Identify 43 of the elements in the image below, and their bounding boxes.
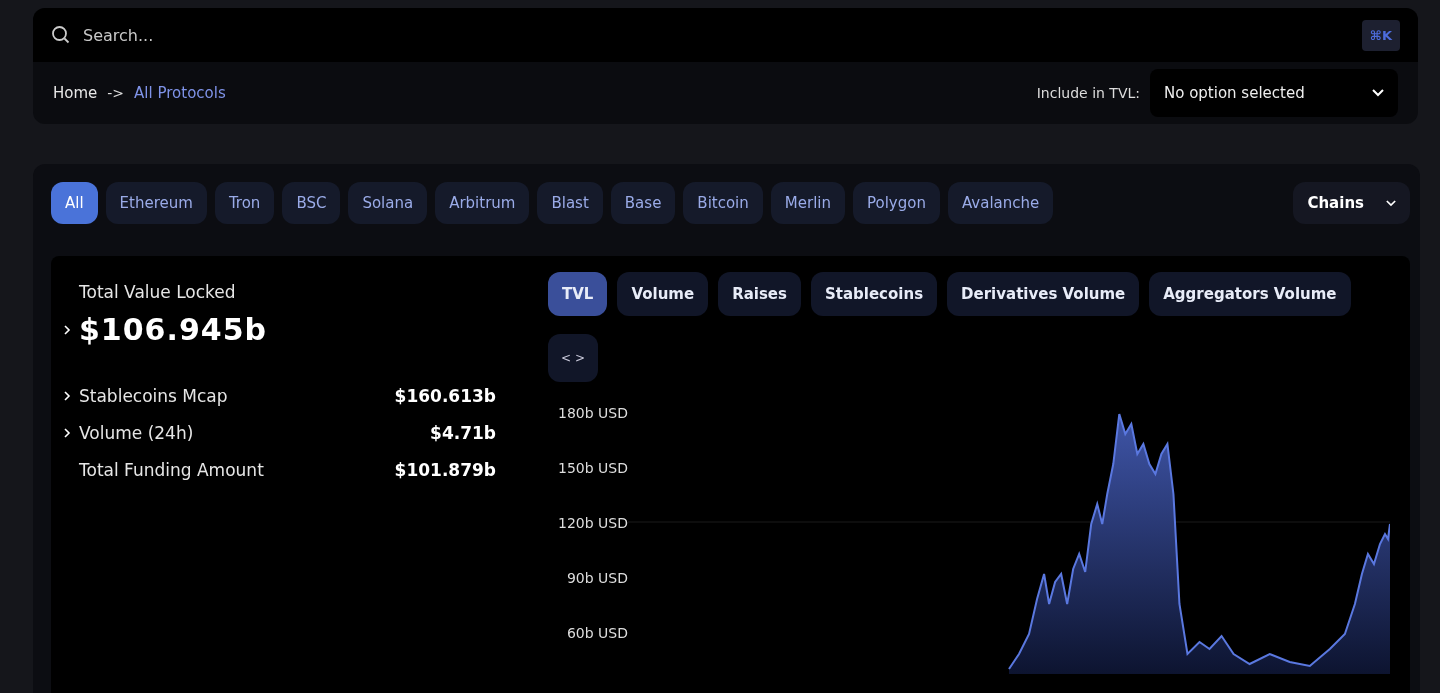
chain-tab[interactable]: Ethereum [105, 182, 207, 224]
chain-tab[interactable]: Arbitrum [435, 182, 530, 224]
chain-tab[interactable]: BSC [282, 182, 341, 224]
search-input[interactable]: Search... [81, 24, 1352, 46]
chain-tab[interactable]: All [51, 182, 98, 224]
chain-tab[interactable]: Base [610, 182, 676, 224]
metric-value: $160.613b [394, 385, 496, 406]
filter-label: Include in TVL: [1036, 85, 1140, 101]
metric-label: Stablecoins Mcap [79, 385, 229, 406]
chart-tab[interactable]: Aggregators Volume [1149, 272, 1351, 316]
metric-label: Volume (24h) [79, 422, 195, 443]
chain-tab[interactable]: Avalanche [947, 182, 1054, 224]
chart-tab[interactable]: Volume [617, 272, 709, 316]
metric-value: $101.879b [394, 459, 496, 480]
chart-tab[interactable]: Stablecoins [810, 272, 938, 316]
axis-label: 120b USD [557, 514, 628, 533]
chain-tab[interactable]: Tron [214, 182, 275, 224]
metric-value: $4.71b [430, 422, 496, 443]
breadcrumb-link[interactable]: Home [53, 84, 98, 102]
tvl-value: $106.945b [79, 312, 267, 347]
metric-label: Total Funding Amount [79, 459, 265, 480]
breadcrumb-separator: -> [107, 85, 125, 101]
chart-tab[interactable]: Raises [718, 272, 801, 316]
search-icon [51, 25, 71, 45]
chains-dropdown[interactable]: Chains [1293, 182, 1410, 224]
chevron-down-icon [1372, 89, 1384, 97]
chain-tab[interactable]: Solana [348, 182, 428, 224]
axis-label: 60b USD [565, 624, 628, 643]
shortcut-key: ⌘K [1361, 19, 1400, 51]
chart-tab[interactable]: Derivatives Volume [947, 272, 1140, 316]
axis-label: 180b USD [557, 404, 628, 423]
chain-tab[interactable]: Bitcoin [683, 182, 763, 224]
tvl-select[interactable]: No option selected [1150, 69, 1398, 117]
embed-button[interactable]: < > [548, 334, 598, 382]
axis-label: 150b USD [557, 459, 628, 478]
chevron-down-icon [1386, 199, 1396, 207]
metric-title: Total Value Locked [78, 282, 237, 302]
axis-label: 90b USD [565, 569, 628, 588]
chain-tab[interactable]: Merlin [770, 182, 845, 224]
breadcrumb-link[interactable]: All Protocols [134, 84, 226, 102]
chain-tab[interactable]: Polygon [853, 182, 940, 224]
chain-tab[interactable]: Blast [537, 182, 603, 224]
chart-tab[interactable]: TVL [548, 272, 608, 316]
